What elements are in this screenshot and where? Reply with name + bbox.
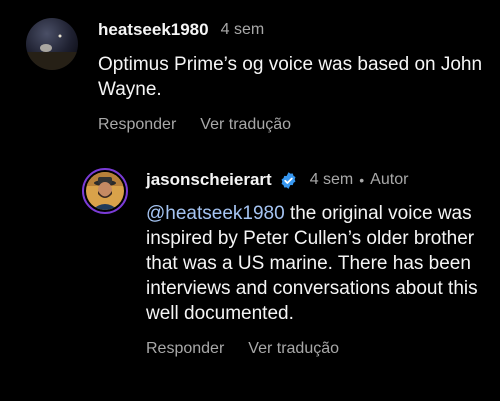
timestamp: 4 sem <box>309 171 354 188</box>
username[interactable]: jasonscheierart <box>146 170 272 190</box>
reply-button[interactable]: Responder <box>146 340 224 358</box>
avatar-image <box>86 172 124 210</box>
mention-link[interactable]: @heatseek1980 <box>146 203 285 224</box>
verified-badge-icon <box>281 171 296 189</box>
author-badge: Autor <box>370 171 409 188</box>
avatar[interactable] <box>82 168 128 214</box>
comment-text: @heatseek1980 the original voice was ins… <box>146 201 492 326</box>
comment-heatseek1980: heatseek1980 4 sem Optimus Prime’s og vo… <box>26 18 486 134</box>
timestamp: 4 sem <box>220 21 265 38</box>
see-translation-button[interactable]: Ver tradução <box>248 340 339 358</box>
separator-dot: • <box>359 172 365 188</box>
comment-jasonscheierart: jasonscheierart 4 sem • Autor @heatseek1… <box>82 168 492 358</box>
avatar-image <box>26 18 78 70</box>
see-translation-button[interactable]: Ver tradução <box>200 116 291 134</box>
avatar[interactable] <box>26 18 78 70</box>
comment-text: Optimus Prime’s og voice was based on Jo… <box>98 54 483 100</box>
username[interactable]: heatseek1980 <box>98 20 209 40</box>
reply-button[interactable]: Responder <box>98 116 176 134</box>
